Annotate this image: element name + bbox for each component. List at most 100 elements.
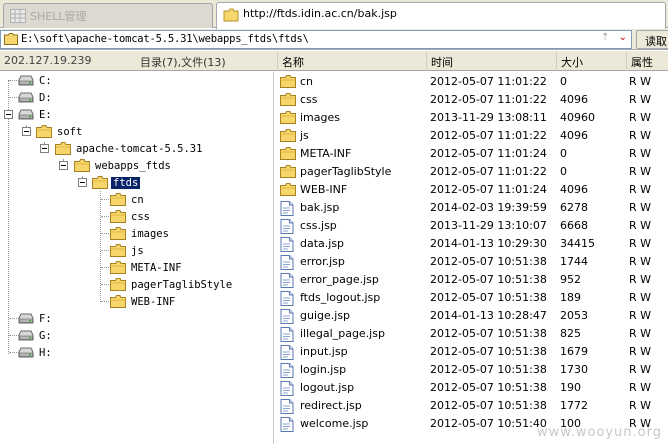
table-row[interactable]: data.jsp 2014-01-13 10:29:30 34415 R W <box>277 235 668 253</box>
file-attr: R W <box>629 327 652 340</box>
folder-icon <box>74 159 90 177</box>
tree-node[interactable]: images <box>110 226 171 243</box>
file-time: 2012-05-07 10:51:38 <box>430 291 547 304</box>
file-size: 2053 <box>560 309 588 322</box>
file-size: 34415 <box>560 237 595 250</box>
table-row[interactable]: cn 2012-05-07 11:01:22 0 R W <box>277 73 668 91</box>
table-row[interactable]: illegal_page.jsp 2012-05-07 10:51:38 825 R … <box>277 325 668 343</box>
collapse-toggle[interactable] <box>4 110 13 119</box>
chevron-down-icon[interactable]: ⌄ <box>619 32 627 43</box>
file-name: login.jsp <box>300 363 347 376</box>
table-row[interactable]: META-INF 2012-05-07 11:01:24 0 R W <box>277 145 668 163</box>
table-row[interactable]: bak.jsp 2014-02-03 19:39:59 6278 R W <box>277 199 668 217</box>
column-header-time[interactable]: 时间 <box>426 51 556 71</box>
tree-node-label: pagerTaglibStyle <box>131 279 233 291</box>
column-header-size[interactable]: 大小 <box>556 51 626 71</box>
up-arrow-icon[interactable]: ⇡ <box>601 32 609 43</box>
file-time: 2014-02-03 19:39:59 <box>430 201 547 214</box>
file-name: data.jsp <box>300 237 345 250</box>
file-time: 2012-05-07 10:51:38 <box>430 327 547 340</box>
tree-node[interactable]: apache-tomcat-5.5.31 <box>55 141 204 158</box>
tree-node-label: cn <box>131 194 144 206</box>
tree-node-label: D: <box>39 92 52 104</box>
tree-node[interactable]: H: <box>18 345 54 362</box>
file-size: 6278 <box>560 201 588 214</box>
table-row[interactable]: ftds_logout.jsp 2012-05-07 10:51:38 189 R W <box>277 289 668 307</box>
tree-node[interactable]: E: <box>18 107 54 124</box>
file-attr: R W <box>629 219 652 232</box>
tree-node[interactable]: pagerTaglibStyle <box>110 277 234 294</box>
file-attr: R W <box>629 183 652 196</box>
path-text: E:\soft\apache-tomcat-5.5.31\webapps_ftd… <box>21 33 309 45</box>
info-header: 202.127.19.239 目录(7),文件(13) 名称 时间 大小 属性 <box>0 51 668 71</box>
file-time: 2012-05-07 10:51:38 <box>430 273 547 286</box>
table-row[interactable]: input.jsp 2012-05-07 10:51:38 1679 R W <box>277 343 668 361</box>
table-row[interactable]: css 2012-05-07 11:01:22 4096 R W <box>277 91 668 109</box>
tab-label: SHELL管理 <box>30 10 87 23</box>
file-size: 0 <box>560 165 567 178</box>
file-name: images <box>300 111 340 124</box>
file-name: error.jsp <box>300 255 345 268</box>
file-attr: R W <box>629 381 652 394</box>
file-size: 0 <box>560 75 567 88</box>
read-button[interactable]: 读取 <box>636 30 668 49</box>
tree-node[interactable]: G: <box>18 328 54 345</box>
table-row[interactable]: error_page.jsp 2012-05-07 10:51:38 952 R W <box>277 271 668 289</box>
file-name: WEB-INF <box>300 183 348 196</box>
path-input[interactable]: E:\soft\apache-tomcat-5.5.31\webapps_ftd… <box>0 30 632 49</box>
tree-node[interactable]: META-INF <box>110 260 184 277</box>
column-header-attr[interactable]: 属性 <box>626 51 668 71</box>
file-name: pagerTaglibStyle <box>300 165 392 178</box>
table-row[interactable]: redirect.jsp 2012-05-07 10:51:38 1772 R W <box>277 397 668 415</box>
table-row[interactable]: pagerTaglibStyle 2012-05-07 11:01:22 0 R W <box>277 163 668 181</box>
collapse-toggle[interactable] <box>78 178 87 187</box>
table-row[interactable]: js 2012-05-07 11:01:22 4096 R W <box>277 127 668 145</box>
column-header-name[interactable]: 名称 <box>277 51 426 71</box>
file-attr: R W <box>629 75 652 88</box>
tab-bak-jsp[interactable]: http://ftds.idin.ac.cn/bak.jsp <box>216 2 666 29</box>
tree-node[interactable]: ftds <box>92 175 141 192</box>
tree-node[interactable]: webapps_ftds <box>74 158 173 175</box>
file-name: bak.jsp <box>300 201 340 214</box>
tree-node[interactable]: cn <box>110 192 146 209</box>
collapse-toggle[interactable] <box>22 127 31 136</box>
file-icon <box>280 417 294 438</box>
table-row[interactable]: guige.jsp 2014-01-13 10:28:47 2053 R W <box>277 307 668 325</box>
file-attr: R W <box>629 399 652 412</box>
collapse-toggle[interactable] <box>40 144 49 153</box>
drive-icon <box>18 109 34 126</box>
file-time: 2012-05-07 10:51:38 <box>430 255 547 268</box>
file-name: js <box>300 129 309 142</box>
collapse-toggle[interactable] <box>59 161 68 170</box>
table-row[interactable]: WEB-INF 2012-05-07 11:01:24 4096 R W <box>277 181 668 199</box>
tree-node[interactable]: soft <box>36 124 84 141</box>
tree-node[interactable]: js <box>110 243 146 260</box>
file-attr: R W <box>629 111 652 124</box>
table-row[interactable]: logout.jsp 2012-05-07 10:51:38 190 R W <box>277 379 668 397</box>
file-size: 190 <box>560 381 581 394</box>
file-attr: R W <box>629 147 652 160</box>
tree-node-label: H: <box>39 347 52 359</box>
tree-node-label: G: <box>39 330 52 342</box>
file-time: 2012-05-07 11:01:22 <box>430 129 547 142</box>
tree-node[interactable]: C: <box>18 73 54 90</box>
tree-node[interactable]: F: <box>18 311 54 328</box>
table-row[interactable]: images 2013-11-29 13:08:11 40960 R W <box>277 109 668 127</box>
file-name: redirect.jsp <box>300 399 362 412</box>
tab-shell-manager[interactable]: SHELL管理 <box>3 3 213 28</box>
file-size: 1730 <box>560 363 588 376</box>
table-row[interactable]: css.jsp 2013-11-29 13:10:07 6668 R W <box>277 217 668 235</box>
file-time: 2012-05-07 11:01:22 <box>430 75 547 88</box>
table-row[interactable]: error.jsp 2012-05-07 10:51:38 1744 R W <box>277 253 668 271</box>
file-time: 2012-05-07 10:51:38 <box>430 399 547 412</box>
tree-node[interactable]: D: <box>18 90 54 107</box>
file-name: welcome.jsp <box>300 417 369 430</box>
folder-icon <box>4 33 18 45</box>
address-bar: E:\soft\apache-tomcat-5.5.31\webapps_ftd… <box>0 29 668 50</box>
tree-node[interactable]: WEB-INF <box>110 294 177 311</box>
tree-node[interactable]: css <box>110 209 152 226</box>
folder-icon <box>55 142 71 160</box>
file-time: 2014-01-13 10:28:47 <box>430 309 547 322</box>
file-name: illegal_page.jsp <box>300 327 385 340</box>
table-row[interactable]: login.jsp 2012-05-07 10:51:38 1730 R W <box>277 361 668 379</box>
